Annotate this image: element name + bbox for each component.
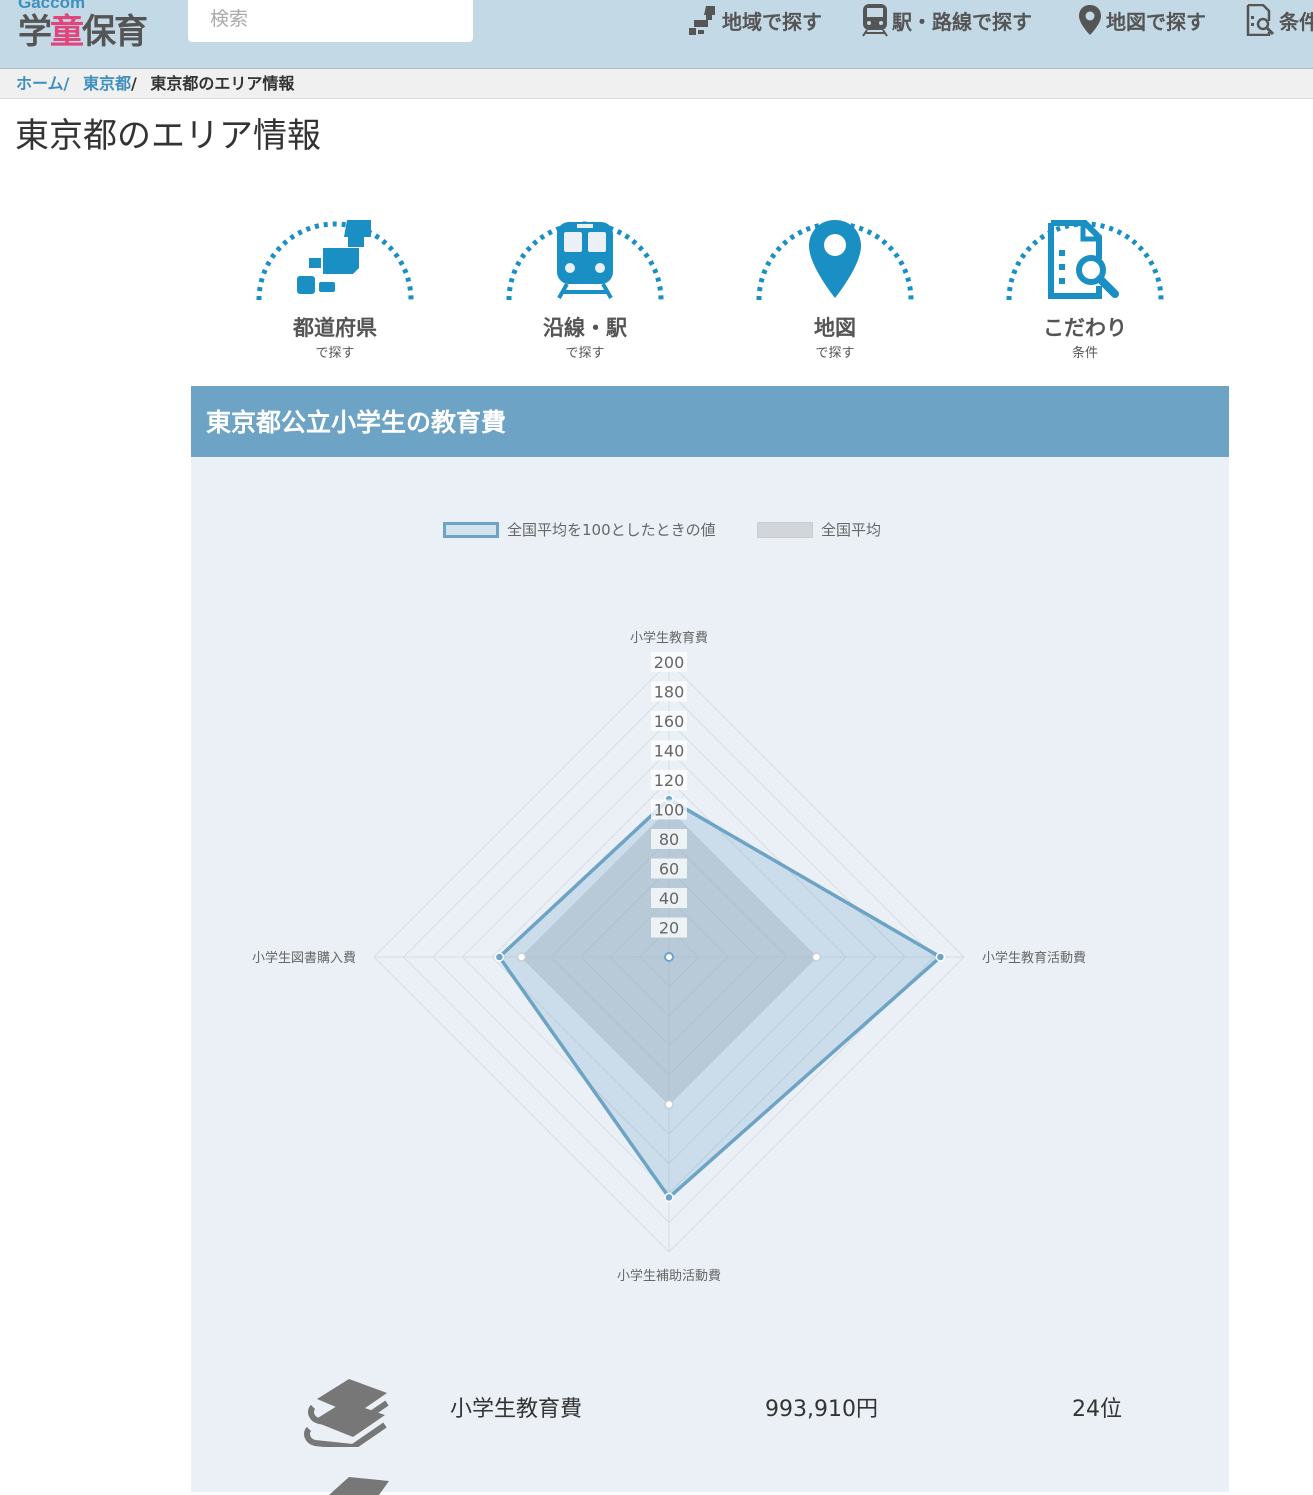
page-title: 東京都のエリア情報 [15,116,321,156]
site-logo[interactable]: Gaccom 学童保育 [18,0,168,56]
radar-chart: 20 40 60 80 100 120 140 160 180 200 小学生教育費小学生教育活動費… [252,630,1086,1284]
radar-axis-label: 小学生教育費 [630,630,708,646]
search-input[interactable] [188,0,473,42]
category-sublabel: で探す [565,346,605,361]
panel-header: 東京都公立小学生の教育費 [191,386,1229,457]
nav-station-search[interactable]: 駅・路線で探す [862,0,1032,40]
radar-data-point [664,1192,674,1203]
logo-main-text: 学童保育 [18,12,148,52]
map-pin-icon [809,220,861,298]
radar-tick-label: 60 [659,860,679,879]
japan-map-icon [297,220,371,294]
category-sublabel: 条件 [1071,346,1098,361]
radar-tick-label: 20 [659,919,679,938]
nav-region-search[interactable]: 地域で探す [688,0,822,40]
panel-body: 全国平均を100としたときの値 全国平均 20 40 60 80 100 120 140 16… [191,457,1229,1495]
train-icon [557,222,613,299]
stat-label: 小学生教育費 [450,1397,583,1422]
nav-label: 地域で探す [722,9,822,34]
map-pin-icon [1079,5,1101,35]
nav-map-search[interactable]: 地図で探す [1078,0,1206,40]
nav-label: 駅・路線で探す [892,9,1032,34]
radar-data-point [494,952,505,962]
category-label: 都道府県 [293,316,377,340]
radar-data-point [664,1099,674,1110]
radar-series-area [497,797,943,1200]
radar-tick-label: 180 [654,683,685,702]
radar-tick-label: 120 [654,771,685,790]
category-label: こだわり [1043,316,1127,340]
category-label: 沿線・駅 [543,316,627,340]
category-label: 地図 [814,316,856,340]
radar-tick-label: 140 [654,742,685,761]
radar-data-point [935,952,946,962]
nav-condition-search[interactable]: 条件 [1245,0,1313,40]
nav-label: 条件 [1279,9,1313,34]
radar-axis-label: 小学生教育活動費 [982,950,1086,966]
category-sublabel: で探す [315,346,355,361]
radar-tick-label: 80 [659,830,679,849]
category-sublabel: で探す [815,346,855,361]
radar-tick-label: 200 [654,653,685,672]
stat-row: 小学生教育費 993,910円 24位 [191,1369,1229,1449]
logo-brand-text: Gaccom [18,0,86,12]
category-station[interactable]: 沿線・駅 で探す [495,180,675,361]
radar-tick-label: 100 [654,801,685,820]
stat-value: 993,910円 [765,1397,878,1422]
breadcrumb-current: 東京都のエリア情報 [150,74,295,93]
nav-label: 地図で探す [1106,9,1206,34]
breadcrumb: ホーム/ 東京都/ 東京都のエリア情報 [0,69,1313,99]
category-prefecture[interactable]: 都道府県 で探す [245,180,425,361]
radar-data-point [516,952,527,962]
category-map[interactable]: 地図 で探す [745,180,925,361]
breadcrumb-tokyo[interactable]: 東京都 [83,74,131,93]
site-header: Gaccom 学童保育 地域で探す 駅・路線で探す 地図で探す [0,0,1313,69]
document-search-icon [1246,4,1275,36]
stat-rank: 24位 [1072,1397,1122,1422]
panel-title: 東京都公立小学生の教育費 [206,408,507,437]
breadcrumb-home[interactable]: ホーム [16,74,64,93]
japan-map-icon [689,6,715,35]
radar-axis-label: 小学生図書購入費 [252,950,356,966]
books-icon [304,1379,389,1447]
radar-tick-label: 160 [654,712,685,731]
category-condition[interactable]: こだわり 条件 [995,180,1175,361]
radar-center-point [664,952,674,962]
document-search-icon [1048,220,1119,299]
radar-data-point [811,952,822,962]
radar-axis-label: 小学生補助活動費 [617,1268,721,1284]
train-icon [862,4,888,37]
radar-tick-label: 40 [659,889,679,908]
